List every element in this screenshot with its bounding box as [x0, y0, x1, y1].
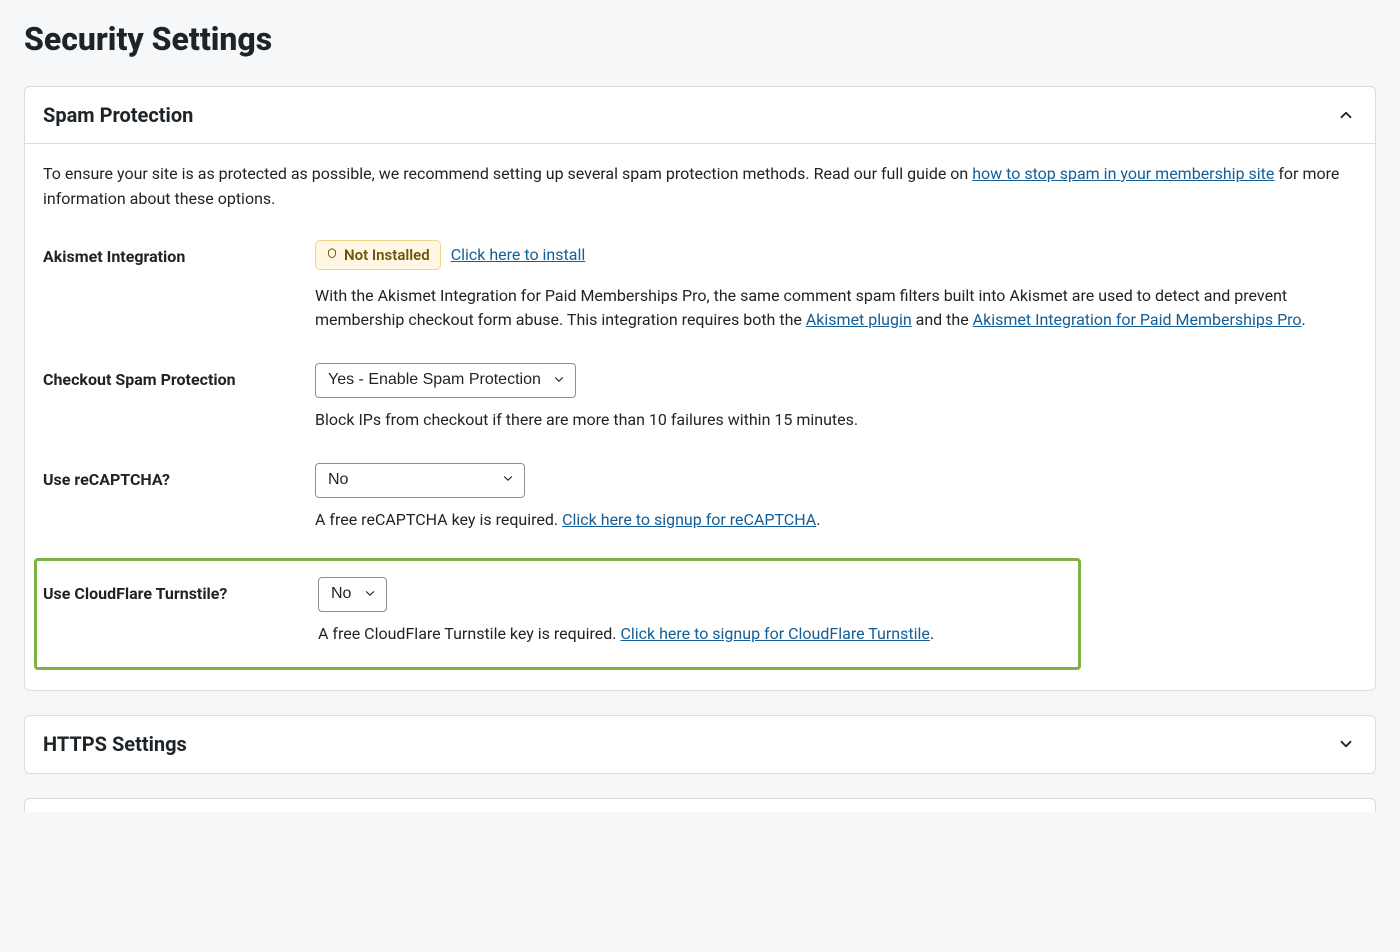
link-spam-guide[interactable]: how to stop spam in your membership site [972, 164, 1274, 183]
chevron-down-icon [1335, 733, 1357, 755]
field-checkout-spam: Checkout Spam Protection Yes - Enable Sp… [43, 359, 1357, 459]
intro-text-before: To ensure your site is as protected as p… [43, 164, 972, 183]
plug-icon [326, 247, 338, 263]
label-akismet: Akismet Integration [43, 247, 185, 266]
field-value-col: Not Installed Click here to install With… [315, 240, 1357, 334]
akismet-desc-between: and the [912, 310, 973, 329]
label-recaptcha: Use reCAPTCHA? [43, 470, 170, 489]
field-value-col: Yes - Enable Spam Protection Block IPs f… [315, 363, 1357, 433]
select-turnstile[interactable]: No [318, 577, 387, 612]
label-turnstile: Use CloudFlare Turnstile? [43, 584, 227, 603]
field-value-col: No A free CloudFlare Turnstile key is re… [318, 577, 1072, 647]
panel-header-spam[interactable]: Spam Protection [25, 87, 1375, 144]
panel-body-spam: To ensure your site is as protected as p… [25, 144, 1375, 690]
field-label-col: Akismet Integration [43, 240, 303, 266]
akismet-badge-row: Not Installed Click here to install [315, 240, 1357, 270]
select-wrap-recaptcha: No [315, 463, 525, 498]
status-badge-not-installed: Not Installed [315, 240, 441, 270]
help-turnstile-after: . [930, 624, 934, 643]
page-title: Security Settings [24, 20, 1376, 58]
link-install-akismet[interactable]: Click here to install [451, 245, 586, 264]
field-value-col: No A free reCAPTCHA key is required. Cli… [315, 463, 1357, 533]
select-checkout-spam[interactable]: Yes - Enable Spam Protection [315, 363, 576, 398]
help-turnstile-before: A free CloudFlare Turnstile key is requi… [318, 624, 620, 643]
link-signup-recaptcha[interactable]: Click here to signup for reCAPTCHA [562, 510, 816, 529]
help-recaptcha: A free reCAPTCHA key is required. Click … [315, 508, 1357, 533]
chevron-up-icon [1335, 104, 1357, 126]
help-turnstile: A free CloudFlare Turnstile key is requi… [318, 622, 1072, 647]
panel-title-https: HTTPS Settings [43, 732, 187, 756]
field-recaptcha: Use reCAPTCHA? No A free reCAPTCHA key i… [43, 459, 1357, 559]
akismet-desc-after: . [1302, 310, 1306, 329]
field-turnstile: Use CloudFlare Turnstile? No A free Clou… [34, 558, 1081, 670]
select-wrap-checkout: Yes - Enable Spam Protection [315, 363, 576, 398]
field-label-col: Use CloudFlare Turnstile? [43, 577, 306, 603]
panel-next [24, 798, 1376, 812]
select-recaptcha[interactable]: No [315, 463, 525, 498]
status-badge-text: Not Installed [344, 246, 430, 264]
panel-title-spam: Spam Protection [43, 103, 193, 127]
field-akismet: Akismet Integration Not Installed Click … [43, 236, 1357, 360]
intro-text: To ensure your site is as protected as p… [43, 162, 1357, 212]
label-checkout-spam: Checkout Spam Protection [43, 370, 236, 389]
field-label-col: Use reCAPTCHA? [43, 463, 303, 489]
link-akismet-integration[interactable]: Akismet Integration for Paid Memberships… [973, 310, 1302, 329]
panel-header-https[interactable]: HTTPS Settings [25, 716, 1375, 773]
panel-spam-protection: Spam Protection To ensure your site is a… [24, 86, 1376, 691]
link-akismet-plugin[interactable]: Akismet plugin [806, 310, 912, 329]
select-wrap-turnstile: No [318, 577, 387, 612]
panel-https-settings: HTTPS Settings [24, 715, 1376, 774]
help-recaptcha-before: A free reCAPTCHA key is required. [315, 510, 562, 529]
link-signup-turnstile[interactable]: Click here to signup for CloudFlare Turn… [620, 624, 929, 643]
help-checkout-spam: Block IPs from checkout if there are mor… [315, 408, 1357, 433]
field-label-col: Checkout Spam Protection [43, 363, 303, 389]
help-recaptcha-after: . [816, 510, 820, 529]
akismet-desc: With the Akismet Integration for Paid Me… [315, 284, 1357, 334]
